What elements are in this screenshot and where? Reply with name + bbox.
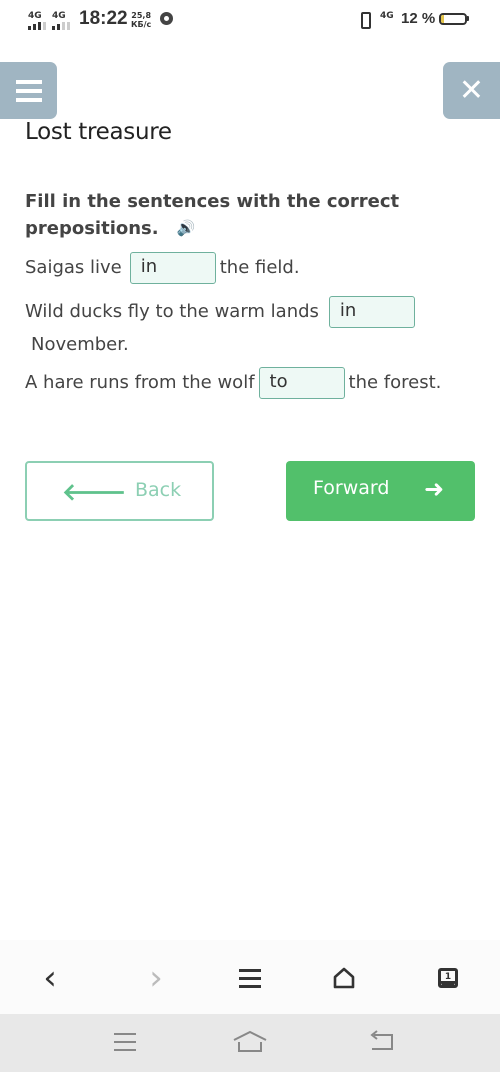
answer-input-3[interactable]: to <box>258 367 345 399</box>
network-type-label: 4G <box>28 11 42 21</box>
hamburger-icon-line <box>15 88 42 93</box>
browser-toolbar: ‹ › 1 <box>0 940 500 1014</box>
hamburger-icon-line <box>15 97 42 102</box>
signal-icon-sim1: 4G <box>28 12 46 30</box>
sentence-2: Wild ducks fly to the warm lands in Novem… <box>25 296 445 358</box>
forward-button[interactable]: Forward ➜ <box>286 461 475 521</box>
battery-icon <box>439 13 467 25</box>
system-back-button[interactable] <box>366 1030 400 1054</box>
sentence-text-after: the forest. <box>348 372 442 393</box>
page-title: Lost treasure <box>25 119 172 145</box>
browser-forward-button[interactable]: › <box>136 958 176 998</box>
system-navigation-bar <box>0 1014 500 1072</box>
sentence-text-after: the field. <box>219 257 300 278</box>
menu-button[interactable] <box>0 62 57 119</box>
browser-home-button[interactable] <box>324 960 364 996</box>
speaker-icon[interactable]: 🔊 <box>177 215 196 241</box>
exercise-instructions: Fill in the sentences with the correct p… <box>25 189 445 242</box>
recent-apps-icon <box>114 1033 136 1035</box>
forward-button-label: Forward <box>313 477 390 499</box>
close-button[interactable]: ✕ <box>443 62 500 119</box>
home-icon <box>333 967 355 989</box>
browser-back-button[interactable]: ‹ <box>30 958 70 998</box>
recent-apps-button[interactable] <box>108 1030 142 1054</box>
speed-unit: КБ/с <box>131 20 152 29</box>
battery-percent: 12 % <box>401 10 436 27</box>
arrow-right-icon: ➜ <box>424 475 445 503</box>
sentence-text-before: A hare runs from the wolf <box>25 372 255 393</box>
incognito-tabs-icon: 1 <box>438 968 458 988</box>
network-type-label: 4G <box>52 11 66 21</box>
close-icon: ✕ <box>458 73 485 108</box>
battery-level <box>441 15 444 23</box>
battery-tip <box>467 16 469 21</box>
sentence-text-after: November. <box>31 334 129 355</box>
sentence-1: Saigas live in the field. <box>25 252 300 284</box>
sentence-text-before: Wild ducks fly to the warm lands <box>25 301 319 322</box>
back-arrow-icon <box>370 1030 393 1050</box>
arrow-left-icon: 🡐 <box>62 478 127 506</box>
home-outline-icon <box>233 1030 267 1052</box>
chrome-icon <box>160 12 173 25</box>
menu-icon <box>239 968 261 972</box>
answer-input-2[interactable]: in <box>328 296 415 328</box>
sentence-text-before: Saigas live <box>25 257 122 278</box>
network-4g-icon: 4G <box>380 11 394 21</box>
sentence-3: A hare runs from the wolf to the forest. <box>25 367 441 399</box>
browser-menu-button[interactable] <box>230 960 270 996</box>
vibrate-icon <box>356 12 374 29</box>
tab-count: 1 <box>444 972 452 982</box>
chevron-right-icon: › <box>149 958 163 998</box>
status-bar: 4G 4G 18:22 25,8 КБ/с 4G 12 % <box>0 0 500 40</box>
instructions-text: Fill in the sentences with the correct p… <box>25 191 400 239</box>
chevron-left-icon: ‹ <box>43 958 57 998</box>
speed-value: 25,8 <box>131 11 152 20</box>
hamburger-icon <box>15 79 42 84</box>
back-button[interactable]: 🡐 Back <box>25 461 214 521</box>
browser-tabs-button[interactable]: 1 <box>428 960 468 996</box>
system-home-button[interactable] <box>233 1030 267 1054</box>
signal-icon-sim2: 4G <box>52 12 70 30</box>
answer-input-1[interactable]: in <box>129 252 216 284</box>
clock: 18:22 <box>79 8 128 29</box>
back-button-label: Back <box>135 479 182 501</box>
network-speed: 25,8 КБ/с <box>131 11 151 29</box>
